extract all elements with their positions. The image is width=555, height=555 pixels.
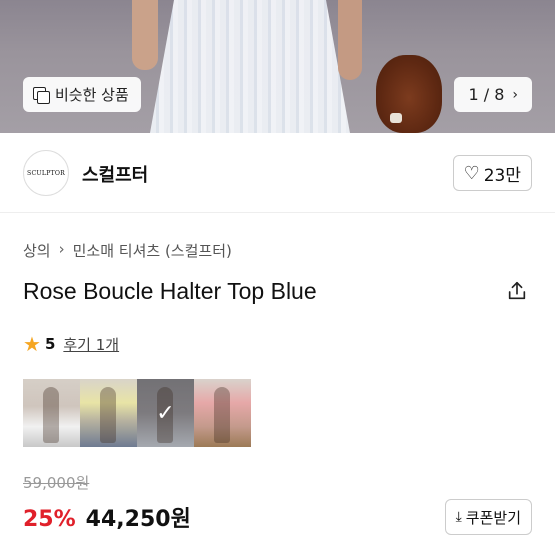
rating-row: ★ 5 후기 1개 [23, 332, 119, 356]
breadcrumb: 상의 › 민소매 티셔츠 (스컬프터) [23, 240, 232, 261]
image-counter: 1 / 8 [468, 85, 505, 104]
color-option-2[interactable] [80, 379, 137, 447]
chevron-right-icon: › [512, 86, 518, 103]
review-link[interactable]: 후기 1개 [63, 334, 119, 355]
color-options: ✓ [23, 379, 251, 447]
brand-row: SCULPTOR 스컬프터 ♡ 23만 [0, 133, 555, 213]
product-hero-image[interactable]: 비슷한 상품 1 / 8 › [0, 0, 555, 133]
model-dress [150, 0, 350, 133]
brand-logo-text: SCULPTOR [27, 169, 65, 177]
heart-icon: ♡ [463, 162, 480, 184]
color-option-4[interactable] [194, 379, 251, 447]
model-thumbnail [100, 387, 116, 443]
model-thumbnail [214, 387, 230, 443]
coupon-label: 쿠폰받기 [465, 508, 521, 527]
brand-logo[interactable]: SCULPTOR [23, 150, 69, 196]
price-row: 25% 44,250원 [23, 501, 191, 533]
final-price: 44,250원 [85, 507, 191, 532]
breadcrumb-item-category[interactable]: 상의 [23, 240, 51, 261]
similar-icon [33, 86, 50, 104]
coupon-button[interactable]: ⤓ 쿠폰받기 [444, 499, 532, 535]
original-price: 59,000원 [23, 474, 90, 492]
like-button[interactable]: ♡ 23만 [452, 155, 532, 191]
check-icon: ✓ [137, 379, 194, 447]
rating-score: 5 [44, 335, 56, 353]
model-arm [338, 0, 362, 80]
similar-products-label: 비슷한 상품 [55, 86, 129, 104]
breadcrumb-item-subcategory[interactable]: 민소매 티셔츠 (스컬프터) [73, 240, 232, 261]
similar-products-button[interactable]: 비슷한 상품 [23, 77, 141, 112]
model-thumbnail [43, 387, 59, 443]
share-icon[interactable] [506, 280, 528, 302]
discount-rate: 25% [23, 507, 76, 532]
model-bag [376, 55, 442, 133]
brand-name[interactable]: 스컬프터 [82, 161, 148, 187]
color-option-3[interactable]: ✓ [137, 379, 194, 447]
like-count: 23만 [483, 165, 521, 186]
image-counter-button[interactable]: 1 / 8 › [454, 77, 532, 112]
product-title: Rose Boucle Halter Top Blue [23, 278, 317, 304]
model-arm [132, 0, 158, 70]
color-option-1[interactable] [23, 379, 80, 447]
star-icon: ★ [23, 332, 41, 356]
download-icon: ⤓ [455, 509, 462, 525]
chevron-right-icon: › [58, 240, 65, 258]
